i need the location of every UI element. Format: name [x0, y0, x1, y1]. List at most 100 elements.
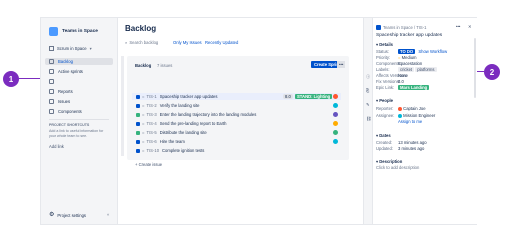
- sidebar-item-label: Reports: [58, 88, 73, 94]
- panel-handle[interactable]: [121, 56, 124, 156]
- field-value[interactable]: None: [398, 73, 408, 78]
- estimate-badge: 8.0: [283, 93, 293, 100]
- close-icon[interactable]: ✕: [468, 24, 472, 29]
- issue-row-4[interactable]: = TIS-4 Send the pre-landing report to E…: [132, 120, 341, 127]
- avatar: [398, 106, 402, 111]
- sidebar-item-components[interactable]: Components: [49, 108, 82, 115]
- issue-summary: Enter the landing trajectory into the la…: [159, 111, 257, 117]
- issue-key[interactable]: TIS-4: [146, 121, 156, 126]
- sidebar-item-label: Active sprints: [58, 68, 83, 74]
- issue-key[interactable]: TIS-2: [146, 103, 156, 108]
- field-value: 13 minutes ago: [398, 140, 427, 145]
- app-window: Teams in Space Scrum in Space ▾ Backlog …: [40, 17, 477, 225]
- field-value[interactable]: Mission Engineer: [398, 113, 435, 118]
- detail-rail: ⓘ ⎘ ✎ ⛓: [364, 18, 373, 224]
- label-chip[interactable]: cricket: [398, 67, 415, 72]
- link-icon[interactable]: ⛓: [366, 116, 371, 121]
- search-input[interactable]: ⌕ Search backlog: [125, 40, 158, 45]
- detail-scrollbar[interactable]: [474, 38, 476, 98]
- filter-only-my-issues[interactable]: Only My Issues: [173, 40, 202, 45]
- sidebar-item-label: Components: [58, 108, 82, 114]
- issue-key[interactable]: TIS-3: [146, 112, 156, 117]
- sidebar-item-releases[interactable]: [49, 78, 58, 85]
- show-workflow-link[interactable]: Show Workflow: [418, 49, 447, 54]
- issue-type-icon: [376, 25, 381, 30]
- issue-breadcrumb[interactable]: Teams in Space / TIS-1: [383, 25, 426, 30]
- people-heading: People: [379, 98, 393, 103]
- assign-to-me-link[interactable]: Assign to me: [398, 119, 422, 124]
- priority-icon: =: [142, 93, 145, 99]
- attachment-icon[interactable]: ⎘: [366, 88, 369, 93]
- create-issue-button[interactable]: + Create issue: [135, 162, 162, 167]
- board-switcher[interactable]: Scrum in Space ▾: [49, 46, 92, 52]
- issue-key[interactable]: TIS-1: [146, 94, 156, 99]
- field-key: Fix Versions:: [376, 79, 400, 84]
- story-icon: [136, 139, 140, 144]
- issue-row-6[interactable]: = TIS-6 Hire the team: [132, 138, 341, 145]
- issue-row-7[interactable]: = TIS-10 Complete ignition tests: [132, 147, 341, 154]
- issue-row-1[interactable]: = TIS-1 Spaceship tracker app updates 8.…: [132, 93, 341, 100]
- issue-summary: Send the pre-landing report to Earth: [159, 120, 227, 126]
- reports-icon: [49, 89, 54, 94]
- add-link-button[interactable]: Add link: [49, 144, 64, 149]
- issue-key[interactable]: TIS-6: [146, 139, 156, 144]
- field-value[interactable]: cricket platforms: [398, 67, 437, 72]
- avatar: [333, 94, 338, 99]
- reporter-name: Captain Joe: [403, 106, 426, 111]
- issue-summary: Spaceship tracker app updates: [159, 93, 218, 99]
- backlog-header-label: Backlog: [135, 63, 152, 68]
- field-key: Updated:: [376, 146, 393, 151]
- sidebar-item-label: Issues: [58, 98, 71, 104]
- issue-row-5[interactable]: = TIS-5 Distribute the landing site: [132, 129, 341, 136]
- sidebar-item-label: Backlog: [58, 58, 73, 64]
- issue-key[interactable]: TIS-5: [146, 130, 156, 135]
- sidebar-item-backlog[interactable]: Backlog: [45, 58, 113, 65]
- field-value[interactable]: = Medium: [398, 55, 417, 60]
- label-chip[interactable]: platforms: [415, 67, 437, 72]
- more-actions-button[interactable]: •••: [337, 61, 346, 69]
- issue-title[interactable]: Spaceship tracker app updates: [376, 33, 442, 39]
- details-section-heading[interactable]: ▾ Details: [376, 42, 393, 47]
- field-value[interactable]: Mars Landing: [398, 85, 430, 90]
- field-value[interactable]: Spacestation: [398, 61, 422, 66]
- collapse-sidebar-icon[interactable]: «: [107, 212, 109, 217]
- info-icon[interactable]: ⓘ: [366, 74, 370, 79]
- filter-recently-updated[interactable]: Recently Updated: [205, 40, 238, 45]
- project-name[interactable]: Teams in Space: [62, 29, 98, 35]
- issue-row-2[interactable]: = TIS-2 Verify the landing site: [132, 102, 341, 109]
- priority-icon: =: [142, 120, 145, 126]
- field-assignee: Assignee: Mission Engineer: [376, 113, 476, 119]
- field-epic-link: Epic Link: Mars Landing: [376, 85, 476, 91]
- details-heading: Details: [379, 42, 393, 47]
- issue-detail-panel: ⓘ ⎘ ✎ ⛓ Teams in Space / TIS-1 ••• ✕ Spa…: [363, 18, 477, 224]
- description-section-heading[interactable]: ▾ Description: [376, 159, 402, 164]
- issue-key[interactable]: TIS-10: [146, 148, 159, 153]
- issues-icon: [49, 99, 54, 104]
- project-settings-link[interactable]: ⚙ Project settings: [49, 212, 86, 219]
- field-value: 3 minutes ago: [398, 146, 425, 151]
- shortcuts-heading: PROJECT SHORTCUTS: [49, 123, 90, 127]
- field-value[interactable]: 8.0: [398, 79, 404, 84]
- components-icon: [49, 109, 54, 114]
- priority-icon: =: [142, 111, 145, 117]
- detail-more-icon[interactable]: •••: [456, 24, 460, 29]
- description-field[interactable]: Click to add description: [376, 165, 419, 170]
- field-updated: Updated: 3 minutes ago: [376, 146, 476, 152]
- sidebar-item-reports[interactable]: Reports: [49, 88, 73, 95]
- project-avatar: [49, 27, 58, 36]
- epic-lozenge[interactable]: Mars Landing: [398, 85, 430, 90]
- sidebar-item-active-sprints[interactable]: Active sprints: [49, 68, 83, 75]
- dates-section-heading[interactable]: ▾ Dates: [376, 133, 391, 138]
- callout-2: 2: [484, 64, 500, 80]
- people-section-heading[interactable]: ▾ People: [376, 98, 393, 103]
- epic-lozenge: STAND: Lighting: [295, 93, 333, 100]
- avatar: [333, 130, 338, 135]
- field-value[interactable]: Captain Joe: [398, 106, 426, 111]
- comment-icon[interactable]: ✎: [366, 102, 370, 107]
- status-lozenge[interactable]: TO DO: [398, 49, 416, 54]
- sidebar-item-issues[interactable]: Issues: [49, 98, 70, 105]
- story-icon: [136, 103, 140, 108]
- issue-summary: Hire the team: [159, 138, 185, 144]
- issue-row-3[interactable]: = TIS-3 Enter the landing trajectory int…: [132, 111, 341, 118]
- callout-1-label: 1: [8, 74, 14, 84]
